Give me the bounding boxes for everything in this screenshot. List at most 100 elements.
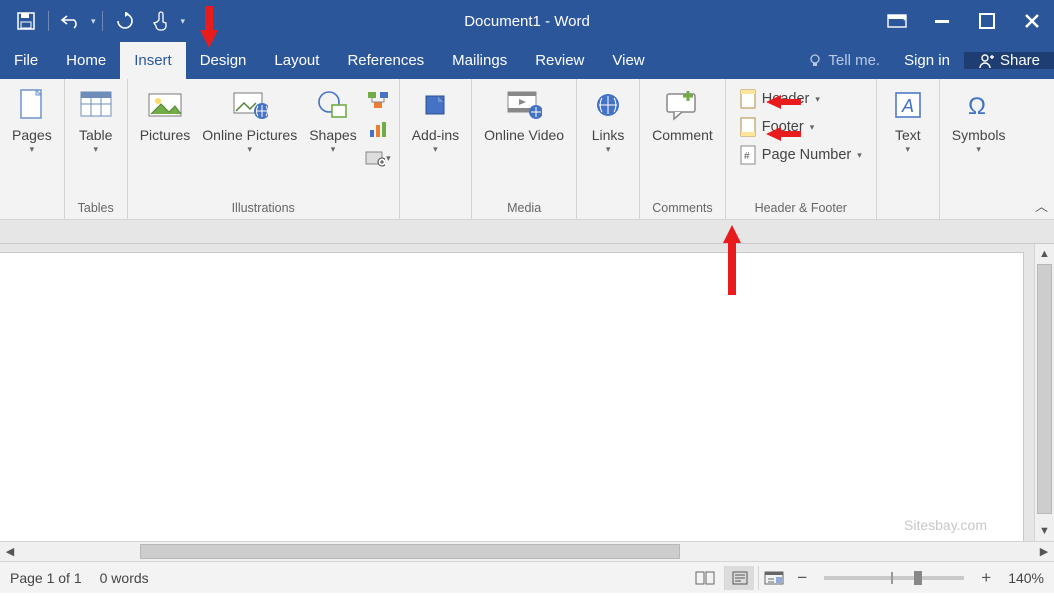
read-mode-button[interactable] bbox=[690, 566, 720, 590]
tab-references[interactable]: References bbox=[333, 42, 438, 79]
web-layout-button[interactable] bbox=[758, 566, 788, 590]
online-video-label: Online Video bbox=[484, 127, 564, 143]
comment-icon bbox=[664, 87, 700, 123]
scroll-thumb[interactable] bbox=[1037, 264, 1052, 514]
share-button[interactable]: Share bbox=[964, 52, 1054, 69]
screenshot-button[interactable]: ▾ bbox=[365, 145, 391, 171]
collapse-ribbon-button[interactable]: ︿ bbox=[1035, 196, 1048, 215]
symbols-button[interactable]: Ω Symbols ▾ bbox=[946, 83, 1012, 159]
symbols-icon: Ω bbox=[961, 87, 997, 123]
svg-text:Ω: Ω bbox=[968, 93, 986, 120]
undo-dropdown-icon[interactable]: ▾ bbox=[91, 16, 96, 27]
person-share-icon bbox=[978, 53, 994, 69]
table-icon bbox=[78, 87, 114, 123]
page-number-button[interactable]: # Page Number ▾ bbox=[736, 143, 866, 167]
pages-label: Pages bbox=[12, 127, 52, 143]
pictures-label: Pictures bbox=[140, 127, 191, 143]
online-video-icon bbox=[506, 87, 542, 123]
page-number-label: Page Number bbox=[762, 147, 851, 163]
svg-text:A: A bbox=[901, 96, 914, 116]
tab-view[interactable]: View bbox=[598, 42, 658, 79]
comments-group-label: Comments bbox=[652, 198, 712, 219]
text-button[interactable]: A Text ▾ bbox=[883, 83, 933, 159]
group-header-footer: Header ▾ Footer ▾ # Page Number ▾ Header… bbox=[726, 79, 877, 219]
zoom-slider[interactable] bbox=[824, 576, 964, 580]
symbols-label: Symbols bbox=[952, 127, 1006, 143]
vertical-scrollbar[interactable]: ▲ ▼ bbox=[1034, 244, 1054, 541]
chevron-down-icon: ▾ bbox=[93, 144, 98, 155]
svg-text:#: # bbox=[744, 151, 750, 162]
shapes-label: Shapes bbox=[309, 127, 356, 143]
touch-mode-button[interactable] bbox=[145, 5, 177, 37]
comment-button[interactable]: Comment bbox=[646, 83, 719, 147]
zoom-thumb[interactable] bbox=[914, 571, 922, 585]
page-number-icon: # bbox=[740, 145, 756, 165]
group-illustrations: Pictures Online Pictures ▾ Shapes ▾ ▾ Il… bbox=[128, 79, 400, 219]
online-video-button[interactable]: Online Video bbox=[478, 83, 570, 147]
undo-button[interactable] bbox=[55, 5, 87, 37]
tab-layout[interactable]: Layout bbox=[260, 42, 333, 79]
tab-mailings[interactable]: Mailings bbox=[438, 42, 521, 79]
scroll-up-button[interactable]: ▲ bbox=[1035, 244, 1054, 264]
scroll-right-button[interactable]: ▶ bbox=[1034, 542, 1054, 562]
tab-file[interactable]: File bbox=[0, 42, 52, 79]
document-page[interactable]: Sitesbay.com bbox=[0, 252, 1024, 541]
print-layout-button[interactable] bbox=[724, 566, 754, 590]
chevron-down-icon: ▾ bbox=[331, 144, 336, 155]
scroll-track[interactable] bbox=[20, 542, 1034, 561]
lightbulb-icon bbox=[808, 53, 823, 68]
addins-button[interactable]: Add-ins ▾ bbox=[406, 83, 465, 159]
pages-icon bbox=[14, 87, 50, 123]
chevron-down-icon: ▾ bbox=[815, 94, 820, 105]
online-pictures-button[interactable]: Online Pictures ▾ bbox=[196, 83, 303, 159]
group-text: A Text ▾ bbox=[877, 79, 940, 219]
ribbon-display-button[interactable] bbox=[874, 0, 919, 42]
minimize-button[interactable] bbox=[919, 0, 964, 42]
shapes-icon bbox=[315, 87, 351, 123]
links-button[interactable]: Links ▾ bbox=[583, 83, 633, 159]
tell-me-search[interactable]: Tell me. bbox=[798, 52, 890, 69]
document-area: Sitesbay.com ▲ ▼ bbox=[0, 244, 1054, 541]
group-addins: Add-ins ▾ bbox=[400, 79, 472, 219]
chart-button[interactable] bbox=[365, 116, 391, 142]
horizontal-scrollbar[interactable]: ◀ ▶ bbox=[0, 541, 1054, 561]
tell-me-label: Tell me. bbox=[828, 52, 880, 69]
chevron-down-icon: ▾ bbox=[247, 144, 252, 155]
addins-icon bbox=[417, 87, 453, 123]
window-controls bbox=[874, 0, 1054, 42]
zoom-out-button[interactable]: − bbox=[792, 568, 812, 588]
ruler bbox=[0, 220, 1054, 244]
pictures-icon bbox=[147, 87, 183, 123]
addins-label: Add-ins bbox=[412, 127, 459, 143]
chevron-down-icon: ▾ bbox=[810, 122, 815, 133]
table-button[interactable]: Table ▾ bbox=[71, 83, 121, 159]
touch-dropdown-icon[interactable]: ▾ bbox=[181, 16, 186, 27]
maximize-button[interactable] bbox=[964, 0, 1009, 42]
pictures-button[interactable]: Pictures bbox=[134, 83, 197, 147]
close-button[interactable] bbox=[1009, 0, 1054, 42]
tab-home[interactable]: Home bbox=[52, 42, 120, 79]
zoom-in-button[interactable]: + bbox=[976, 568, 996, 588]
scroll-thumb[interactable] bbox=[140, 544, 680, 559]
text-label: Text bbox=[895, 127, 921, 143]
scroll-left-button[interactable]: ◀ bbox=[0, 542, 20, 562]
zoom-level[interactable]: 140% bbox=[1008, 570, 1044, 586]
sign-in-button[interactable]: Sign in bbox=[890, 52, 964, 69]
word-count[interactable]: 0 words bbox=[100, 570, 149, 586]
redo-button[interactable] bbox=[109, 5, 141, 37]
annotation-arrow-header bbox=[766, 95, 781, 109]
shapes-button[interactable]: Shapes ▾ bbox=[303, 83, 362, 159]
tab-insert[interactable]: Insert bbox=[120, 42, 186, 79]
group-pages: Pages ▾ bbox=[0, 79, 65, 219]
links-label: Links bbox=[592, 127, 625, 143]
tab-review[interactable]: Review bbox=[521, 42, 598, 79]
smartart-button[interactable] bbox=[365, 87, 391, 113]
page-status[interactable]: Page 1 of 1 bbox=[10, 570, 82, 586]
header-icon bbox=[740, 89, 756, 109]
tab-design[interactable]: Design bbox=[186, 42, 261, 79]
illustrations-group-label: Illustrations bbox=[232, 198, 295, 219]
header-footer-group-label: Header & Footer bbox=[755, 198, 847, 219]
pages-button[interactable]: Pages ▾ bbox=[6, 83, 58, 159]
save-button[interactable] bbox=[10, 5, 42, 37]
scroll-down-button[interactable]: ▼ bbox=[1035, 521, 1054, 541]
